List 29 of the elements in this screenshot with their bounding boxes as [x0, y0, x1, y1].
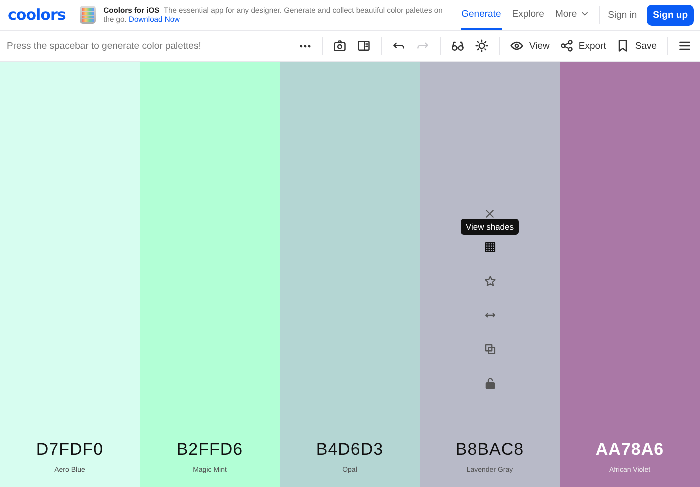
hex-code[interactable]: AA78A6: [596, 440, 664, 460]
nav-tab[interactable]: Explore: [511, 0, 546, 30]
star-icon[interactable]: [484, 275, 496, 288]
view-button[interactable]: View: [510, 39, 550, 53]
save-button[interactable]: Save: [616, 39, 657, 53]
logo[interactable]: coolors: [8, 6, 66, 24]
unlock-icon[interactable]: [484, 377, 496, 390]
sign-up-button[interactable]: Sign up: [647, 4, 694, 26]
hex-code[interactable]: D7FDF0: [36, 440, 104, 460]
grid-icon[interactable]: [484, 241, 496, 254]
hex-code[interactable]: B8BAC8: [456, 440, 524, 460]
share-icon[interactable]: [560, 39, 574, 53]
export-button[interactable]: Export: [560, 39, 606, 53]
hex-code[interactable]: B4D6D3: [316, 440, 384, 460]
menu-icon[interactable]: [678, 39, 692, 53]
hint-text: Press the spacebar to generate color palettes!: [7, 40, 202, 52]
glasses-icon[interactable]: [451, 39, 466, 53]
sign-in-link[interactable]: Sign in: [608, 10, 638, 20]
eye-icon[interactable]: [510, 39, 524, 53]
close-icon[interactable]: [484, 208, 496, 220]
hex-code[interactable]: B2FFD6: [176, 440, 244, 460]
nav-tab[interactable]: More: [554, 0, 592, 30]
tooltip: View shades: [460, 219, 520, 235]
app-icon: [80, 6, 96, 24]
sun-icon[interactable]: [475, 39, 490, 53]
panel-icon[interactable]: [357, 39, 372, 53]
nav-tab[interactable]: Generate: [460, 0, 502, 30]
camera-icon[interactable]: [333, 39, 348, 53]
copy-icon[interactable]: [484, 343, 496, 356]
